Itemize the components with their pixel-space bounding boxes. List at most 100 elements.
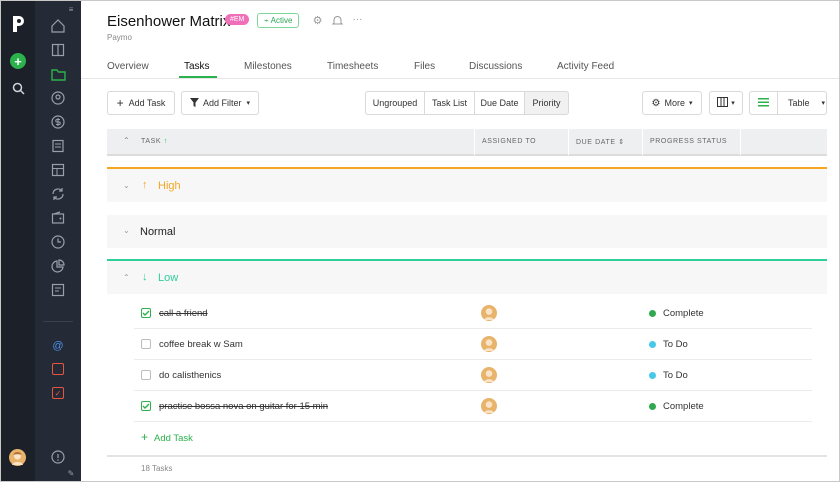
- column-task-label: TASK: [141, 138, 162, 145]
- status-dot-complete: [649, 403, 656, 410]
- task-checkbox[interactable]: [141, 339, 151, 349]
- task-name[interactable]: practise bossa nova on guitar for 15 min: [159, 401, 328, 412]
- table-row[interactable]: coffee break w Sam To Do: [134, 329, 812, 360]
- add-task-button[interactable]: + Add Task: [107, 91, 175, 115]
- tab-files[interactable]: Files: [414, 61, 435, 72]
- group-ungrouped[interactable]: Ungrouped: [365, 91, 425, 115]
- timesheet-icon[interactable]: [50, 162, 66, 178]
- assignee-avatar[interactable]: [481, 305, 497, 321]
- sync-icon[interactable]: [50, 186, 66, 202]
- create-new-icon[interactable]: +: [10, 53, 26, 69]
- progress-status[interactable]: To Do: [663, 339, 688, 350]
- tasks-board-icon[interactable]: [50, 282, 66, 298]
- table-row[interactable]: call a friend Complete: [134, 298, 812, 329]
- pulse-icon: ⌁: [264, 16, 271, 25]
- settings-gear-icon[interactable]: ⚙: [311, 14, 324, 27]
- chevron-down-icon: ▾: [246, 100, 251, 107]
- columns-icon: [717, 97, 729, 109]
- projects-folder-icon[interactable]: [50, 66, 66, 82]
- group-task-list[interactable]: Task List: [424, 91, 475, 115]
- column-separator: [474, 129, 475, 155]
- chevron-down-icon[interactable]: ⌄: [123, 181, 130, 190]
- table-row[interactable]: do calisthenics To Do: [134, 360, 812, 391]
- table-header: ⌃ TASK ↑ ASSIGNED TO DUE DATE ⇕ PROGRESS…: [107, 129, 827, 156]
- search-icon[interactable]: [10, 80, 26, 96]
- task-checkbox[interactable]: [141, 308, 151, 318]
- reports-icon[interactable]: [50, 138, 66, 154]
- task-name[interactable]: do calisthenics: [159, 370, 221, 381]
- group-normal[interactable]: ⌄ Normal: [107, 215, 827, 248]
- group-due-date[interactable]: Due Date: [474, 91, 525, 115]
- view-label: Table: [788, 98, 810, 108]
- collapse-menu-icon[interactable]: ≡: [65, 4, 77, 14]
- assignee-avatar[interactable]: [481, 367, 497, 383]
- progress-status[interactable]: Complete: [663, 401, 704, 412]
- assignee-avatar[interactable]: [481, 398, 497, 414]
- notification-bell-icon[interactable]: [331, 14, 344, 27]
- help-icon[interactable]: [50, 449, 66, 465]
- status-badge[interactable]: ⌁ Active: [257, 13, 300, 28]
- paymo-logo[interactable]: [9, 15, 27, 33]
- tab-tasks[interactable]: Tasks: [184, 61, 210, 72]
- sort-icon: ⇕: [618, 139, 625, 146]
- column-assigned-to[interactable]: ASSIGNED TO: [482, 138, 536, 145]
- group-low[interactable]: ⌃ ↓ Low: [107, 259, 827, 294]
- chevron-up-icon[interactable]: ⌃: [123, 273, 130, 282]
- add-filter-button[interactable]: Add Filter ▾: [181, 91, 259, 115]
- view-switcher[interactable]: Table ▾: [749, 91, 827, 115]
- checklist-app-icon[interactable]: ✓: [52, 387, 64, 399]
- progress-status[interactable]: To Do: [663, 370, 688, 381]
- tab-timesheets[interactable]: Timesheets: [327, 61, 378, 72]
- client-name: Paymo: [107, 33, 132, 42]
- task-checkbox[interactable]: [141, 370, 151, 380]
- settings-wrench-icon[interactable]: ✎: [65, 467, 77, 479]
- clock-icon[interactable]: [50, 234, 66, 250]
- column-due-date[interactable]: DUE DATE ⇕: [576, 138, 625, 146]
- tab-overview[interactable]: Overview: [107, 61, 149, 72]
- home-icon[interactable]: [50, 18, 66, 34]
- chevron-down-icon[interactable]: ⌄: [123, 226, 130, 235]
- footer-divider: [107, 455, 827, 457]
- tab-activity-feed[interactable]: Activity Feed: [557, 61, 614, 72]
- group-high[interactable]: ⌄ ↑ High: [107, 167, 827, 202]
- task-name[interactable]: coffee break w Sam: [159, 339, 243, 350]
- main-content: Eisenhower Matrix #EM ⌁ Active ⚙ ··· Pay…: [81, 1, 839, 481]
- tab-milestones[interactable]: Milestones: [244, 61, 292, 72]
- clients-icon[interactable]: [50, 90, 66, 106]
- group-priority[interactable]: Priority: [524, 91, 569, 115]
- column-task[interactable]: TASK ↑: [141, 138, 168, 145]
- arrow-up-icon: ↑: [142, 179, 148, 191]
- table-view-icon: [758, 97, 769, 109]
- documents-icon[interactable]: [50, 42, 66, 58]
- more-button[interactable]: ⚙ More ▾: [642, 91, 702, 115]
- project-code-badge: #EM: [225, 14, 250, 25]
- tab-discussions[interactable]: Discussions: [469, 61, 522, 72]
- task-name[interactable]: call a friend: [159, 308, 208, 319]
- group-name-low: Low: [158, 272, 179, 284]
- task-checkbox[interactable]: [141, 401, 151, 411]
- add-task-inline[interactable]: + Add Task: [141, 430, 193, 444]
- mentions-icon[interactable]: @: [50, 338, 66, 354]
- table-row[interactable]: practise bossa nova on guitar for 15 min…: [134, 391, 812, 422]
- calendar-app-icon[interactable]: [52, 363, 64, 375]
- status-label: Active: [270, 16, 293, 25]
- columns-button[interactable]: ▾: [709, 91, 743, 115]
- plus-icon: +: [116, 96, 124, 110]
- pie-chart-icon[interactable]: [50, 258, 66, 274]
- chevron-down-icon: ▾: [688, 100, 693, 107]
- status-dot-todo: [649, 341, 656, 348]
- project-title: Eisenhower Matrix: [107, 13, 231, 30]
- collapse-all-icon[interactable]: ⌃: [123, 136, 130, 145]
- status-dot-todo: [649, 372, 656, 379]
- column-progress-status[interactable]: PROGRESS STATUS: [650, 138, 727, 145]
- progress-status[interactable]: Complete: [663, 308, 704, 319]
- wallet-icon[interactable]: [50, 210, 66, 226]
- more-options-icon[interactable]: ···: [351, 13, 364, 26]
- chevron-down-icon: ▾: [731, 100, 735, 107]
- column-due-label: DUE DATE: [576, 139, 616, 146]
- user-avatar[interactable]: [9, 449, 26, 466]
- invoices-icon[interactable]: [50, 114, 66, 130]
- sort-asc-icon: ↑: [163, 138, 168, 145]
- assignee-avatar[interactable]: [481, 336, 497, 352]
- arrow-down-icon: ↓: [142, 271, 148, 283]
